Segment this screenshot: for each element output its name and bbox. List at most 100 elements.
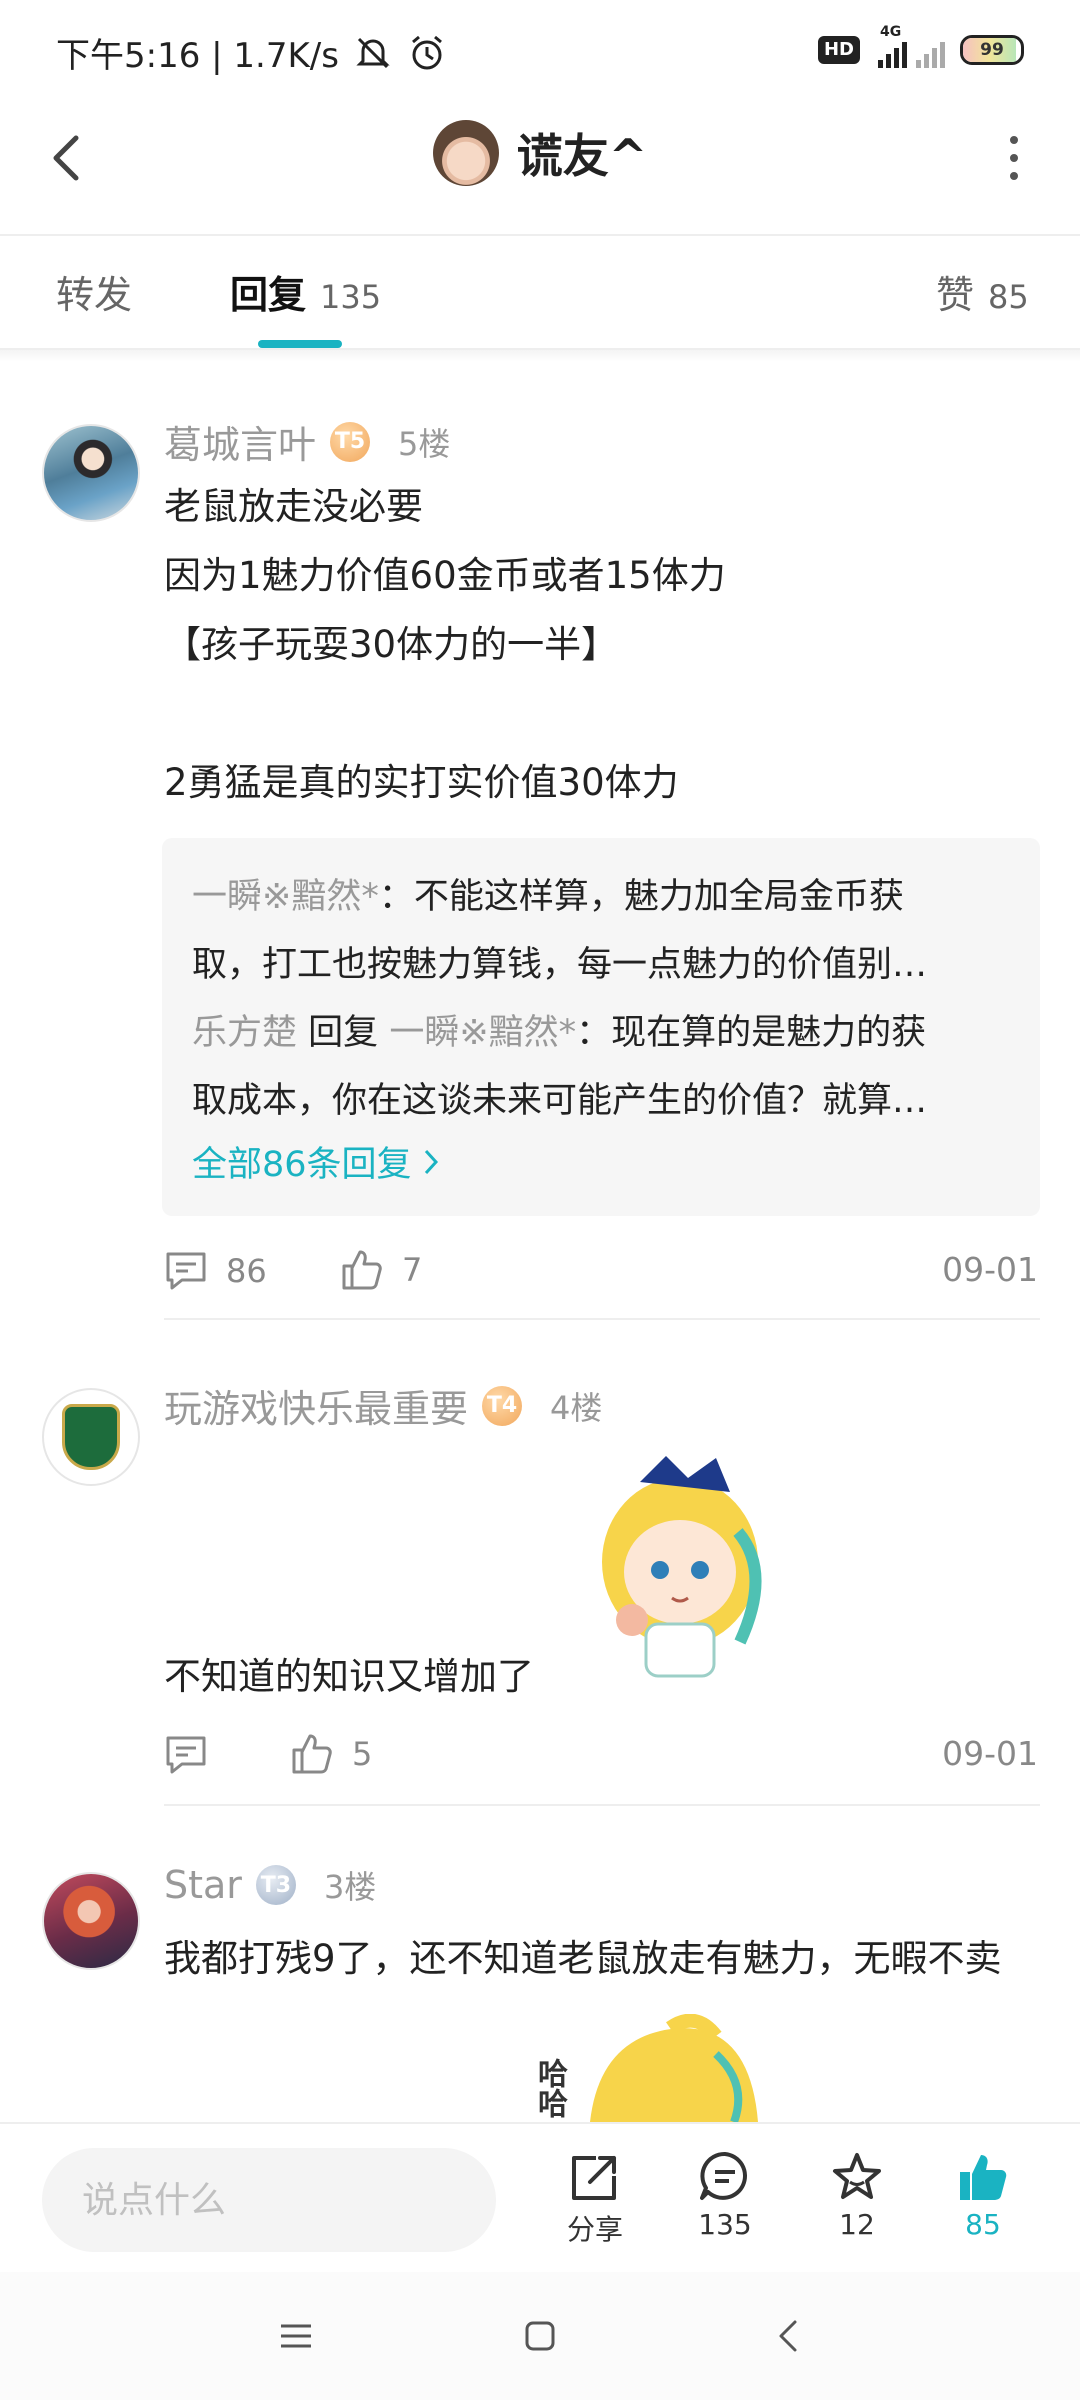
post-user-line: 葛城言叶 T5 5楼 <box>164 414 450 469</box>
reply-2-cont: 取成本，你在这谈未来可能产生的价值？就算… <box>192 1081 928 1121</box>
favorite-button[interactable]: 12 <box>802 2150 912 2241</box>
reply-1-cont: 取，打工也按魅力算钱，每一点魅力的价值别… <box>192 945 928 985</box>
nav-home-button[interactable] <box>510 2306 570 2366</box>
like-count: 5 <box>352 1735 373 1773</box>
status-left: 下午5:16 | 1.7K/s <box>56 28 447 77</box>
tab-forward-label: 转发 <box>56 273 133 317</box>
username[interactable]: 玩游戏快乐最重要 <box>164 1378 468 1433</box>
more-button[interactable] <box>994 136 1034 180</box>
like-count: 7 <box>402 1251 423 1289</box>
comment-button[interactable] <box>164 1734 226 1776</box>
alarm-icon <box>407 33 447 73</box>
comment-button[interactable]: 86 <box>164 1250 267 1292</box>
share-label: 分享 <box>566 2213 623 2246</box>
chevron-right-icon <box>424 1149 438 1174</box>
tab-forward[interactable]: 转发 <box>56 264 132 319</box>
comment-icon <box>166 1252 206 1290</box>
more-icon-dot <box>1010 172 1018 180</box>
sticker-image <box>580 1452 780 1682</box>
reply-preview[interactable]: 一瞬※黯然*：不能这样算，魅力加全局金币获 取，打工也按魅力算钱，每一点魅力的价… <box>162 838 1040 1216</box>
level-badge: T5 <box>330 421 371 462</box>
tab-reply-count: 135 <box>320 278 382 316</box>
reply-text: ：不能这样算，魅力加全局金币获 <box>378 877 904 917</box>
like-button[interactable]: 85 <box>928 2150 1038 2241</box>
thumb-up-icon <box>342 1250 382 1290</box>
hd-badge: HD <box>817 36 860 64</box>
all-replies-link[interactable]: 全部86条回复 <box>192 1136 440 1187</box>
divider <box>164 1318 1040 1320</box>
nav-back-button[interactable] <box>758 2306 818 2366</box>
reply-connector: 回复 <box>308 1013 379 1053</box>
post-user-line: 玩游戏快乐最重要 T4 4楼 <box>164 1378 602 1433</box>
status-right: HD 4G 99 <box>817 24 1024 70</box>
more-icon <box>1010 136 1018 144</box>
sticker-image: 哈哈 <box>520 2014 780 2122</box>
post-date: 09-01 <box>942 1734 1038 1773</box>
level-badge: T3 <box>255 1865 296 1905</box>
nav-menu-button[interactable] <box>266 2306 326 2366</box>
level-badge: T4 <box>482 1385 523 1426</box>
status-bar: 下午5:16 | 1.7K/s HD 4G 99 <box>0 0 1080 100</box>
status-time-speed: 下午5:16 | 1.7K/s <box>56 36 339 76</box>
reply-1: 一瞬※黯然*：不能这样算，魅力加全局金币获 <box>192 868 904 919</box>
bottom-action-bar: 分享 135 12 85 <box>0 2122 1080 2274</box>
tab-reply[interactable]: 回复 135 <box>230 264 381 319</box>
star-icon <box>833 2153 881 2199</box>
reply-2: 乐方楚 回复 一瞬※黯然*：现在算的是魅力的获 <box>192 1004 926 1055</box>
battery-icon: 99 <box>960 35 1024 65</box>
sticker-text: 哈哈 <box>532 2058 567 2118</box>
menu-icon <box>281 2324 311 2348</box>
post-text-blank <box>164 679 726 748</box>
comment-count: 86 <box>226 1252 267 1290</box>
avatar[interactable] <box>42 424 140 522</box>
tab-like-label: 赞 <box>936 273 975 317</box>
likes-count: 85 <box>965 2208 1001 2241</box>
post-text-line: 2勇猛是真的实打实价值30体力 <box>164 761 679 804</box>
reply-user[interactable]: 乐方楚 <box>192 1013 297 1053</box>
thumb-up-icon <box>292 1734 332 1774</box>
comments-button[interactable]: 135 <box>670 2150 780 2241</box>
like-button[interactable]: 7 <box>340 1248 422 1292</box>
avatar[interactable] <box>42 1388 140 1486</box>
divider <box>164 1804 1040 1806</box>
avatar[interactable] <box>42 1872 140 1970</box>
system-nav-bar <box>0 2272 1080 2400</box>
battery-level: 99 <box>980 40 1004 60</box>
tab-like[interactable]: 赞 85 <box>936 264 1029 319</box>
username[interactable]: Star <box>164 1863 242 1907</box>
post-text-line: 因为1魅力价值60金币或者15体力 <box>164 554 726 597</box>
all-replies-label: 全部86条回复 <box>192 1145 412 1185</box>
post-text-line: 我都打残9了，还不知道老鼠放走有魅力，无暇不卖 <box>164 1937 1002 1980</box>
floor-label: 3楼 <box>323 1868 377 1906</box>
comment-icon <box>166 1736 206 1774</box>
tab-reply-label: 回复 <box>230 273 307 317</box>
more-icon-dot <box>1010 154 1018 162</box>
avatar[interactable] <box>432 120 499 186</box>
mute-icon <box>353 33 393 73</box>
reply-target[interactable]: 一瞬※黯然* <box>389 1013 576 1053</box>
like-button[interactable]: 5 <box>290 1732 372 1776</box>
signal-icon: 4G <box>874 24 946 70</box>
thumb-up-icon <box>960 2155 1007 2200</box>
page-title: 谎友^ <box>516 129 648 183</box>
comment-input[interactable] <box>42 2148 496 2252</box>
header: 谎友^ <box>0 100 1080 236</box>
share-icon <box>572 2156 616 2200</box>
reply-user[interactable]: 一瞬※黯然* <box>192 877 379 917</box>
comment-icon <box>700 2151 747 2200</box>
floor-label: 5楼 <box>398 424 451 463</box>
username[interactable]: 葛城言叶 <box>164 414 316 469</box>
post-text-line: 【孩子玩耍30体力的一半】 <box>164 623 619 666</box>
home-icon <box>525 2321 555 2351</box>
tab-like-count: 85 <box>988 278 1029 316</box>
floor-label: 4楼 <box>550 1388 603 1427</box>
post-text-line: 老鼠放走没必要 <box>164 485 423 528</box>
nav-back-icon <box>779 2320 797 2352</box>
favorites-count: 12 <box>839 2208 875 2241</box>
reply-text: ：现在算的是魅力的获 <box>576 1013 927 1053</box>
post-text-line: 不知道的知识又增加了 <box>164 1655 534 1698</box>
share-button[interactable]: 分享 <box>540 2150 650 2248</box>
post-body: 老鼠放走没必要 因为1魅力价值60金币或者15体力 【孩子玩耍30体力的一半】 … <box>164 472 726 817</box>
post-user-line: Star T3 3楼 <box>164 1862 376 1908</box>
header-user[interactable]: 谎友^ <box>0 120 1080 186</box>
